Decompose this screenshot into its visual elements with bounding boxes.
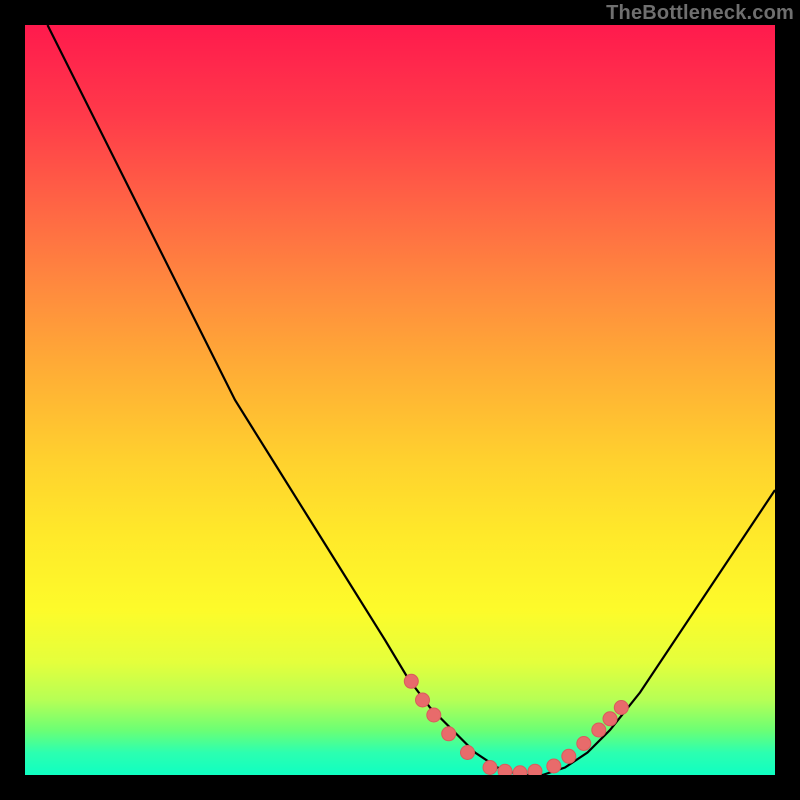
highlight-markers bbox=[404, 674, 628, 775]
marker-dot bbox=[577, 737, 591, 751]
chart-stage: TheBottleneck.com bbox=[0, 0, 800, 800]
marker-dot bbox=[427, 708, 441, 722]
watermark-text: TheBottleneck.com bbox=[606, 2, 794, 25]
marker-dot bbox=[513, 766, 527, 775]
marker-dot bbox=[498, 764, 512, 775]
plot-svg bbox=[25, 25, 775, 775]
marker-dot bbox=[483, 761, 497, 775]
marker-dot bbox=[562, 749, 576, 763]
bottleneck-curve bbox=[48, 25, 776, 775]
marker-dot bbox=[592, 723, 606, 737]
marker-dot bbox=[614, 701, 628, 715]
marker-dot bbox=[528, 764, 542, 775]
marker-dot bbox=[547, 759, 561, 773]
marker-dot bbox=[404, 674, 418, 688]
marker-dot bbox=[603, 712, 617, 726]
marker-dot bbox=[442, 727, 456, 741]
marker-dot bbox=[416, 693, 430, 707]
marker-dot bbox=[461, 746, 475, 760]
plot-area bbox=[25, 25, 775, 775]
